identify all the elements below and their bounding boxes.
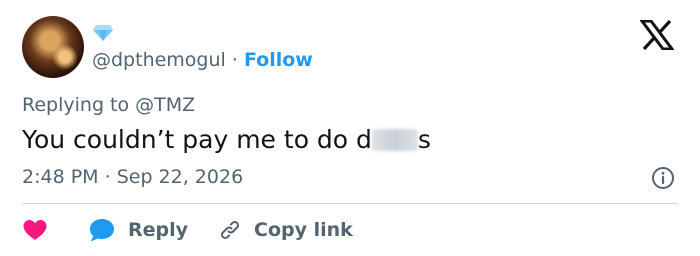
reply-label: Reply	[128, 219, 189, 241]
x-logo-icon[interactable]	[640, 20, 674, 50]
avatar[interactable]	[22, 16, 84, 78]
reply-button[interactable]: Reply	[88, 217, 188, 243]
handle-separator: ·	[231, 49, 238, 71]
replying-to-mention[interactable]: @TMZ	[135, 94, 195, 116]
avatar-highlight	[52, 44, 78, 70]
copy-link-button[interactable]: Copy link	[218, 218, 353, 242]
tweet-date: Sep 22, 2026	[116, 166, 244, 188]
info-icon[interactable]	[651, 166, 675, 190]
tweet-time: 2:48 PM	[22, 166, 99, 188]
like-heart-icon[interactable]	[22, 218, 48, 242]
reply-bubble-icon	[90, 219, 114, 242]
divider	[22, 203, 678, 204]
link-icon	[220, 220, 240, 240]
action-bar: Reply Copy link	[22, 214, 353, 246]
tweet-text-after: s	[417, 125, 431, 154]
replying-to-line: Replying to @TMZ	[22, 94, 195, 116]
user-handle[interactable]: @dpthemogul	[92, 49, 226, 71]
user-handle-row: @dpthemogul · Follow	[92, 48, 313, 72]
tweet-text-before: You couldn’t pay me to do d	[22, 125, 372, 154]
diamond-badge-icon	[93, 25, 113, 41]
copy-link-label: Copy link	[254, 219, 353, 241]
timestamp-separator: ·	[104, 166, 111, 188]
tweet-text: You couldn’t pay me to do d s	[22, 124, 431, 156]
follow-button[interactable]: Follow	[244, 49, 313, 71]
censored-blur	[371, 129, 418, 151]
tweet-timestamp[interactable]: 2:48 PM · Sep 22, 2026	[22, 166, 243, 188]
replying-to-prefix: Replying to	[22, 94, 130, 116]
